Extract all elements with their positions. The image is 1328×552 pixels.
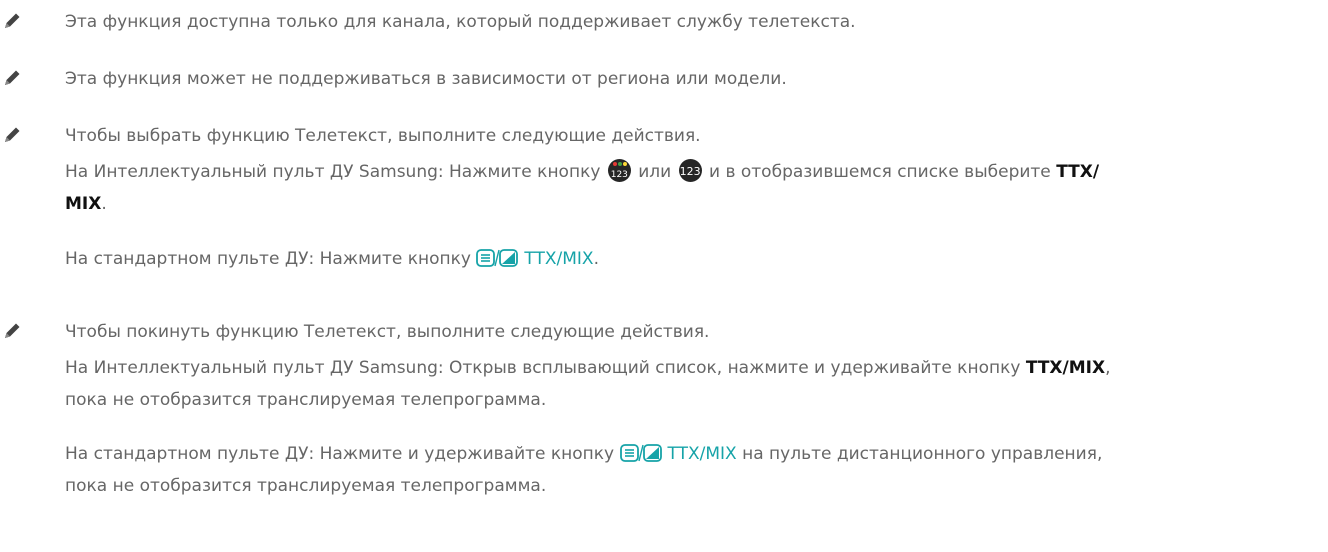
pencil-icon <box>5 323 20 338</box>
teletext-mix-icon <box>619 444 662 462</box>
numeric-keys-button-icon: 123 <box>678 159 702 182</box>
ttx-mix-key-part2: MIX <box>65 194 102 214</box>
note-4-smart-prefix: На Интеллектуальный пульт ДУ Samsung: От… <box>65 358 1021 378</box>
note-4-standard-suffix: на пульте дистанционного управления, <box>742 444 1103 464</box>
note-3-standard-prefix: На стандартном пульте ДУ: Нажмите кнопку <box>65 249 471 269</box>
note-4-standard-prefix: На стандартном пульте ДУ: Нажмите и удер… <box>65 444 615 464</box>
note-3-standard-line: На стандартном пульте ДУ: Нажмите кнопку… <box>65 243 1298 275</box>
note-4-smart-end: , <box>1105 358 1111 378</box>
note-3-smart-mid: и в отобразившемся списке выберите <box>709 162 1051 182</box>
note-3-or: или <box>638 162 672 182</box>
teletext-mix-icon <box>476 249 519 267</box>
ttx-mix-key: TTX/MIX <box>1025 358 1106 378</box>
pencil-icon <box>5 127 20 142</box>
note-3-smart-end: . <box>101 194 107 214</box>
color-keys-button-icon: 123 <box>607 159 631 182</box>
pencil-icon <box>5 13 20 28</box>
note-4-smart-line-2: пока не отобразится транслируемая телепр… <box>65 390 547 410</box>
note-3-smart-line-2: MIX. <box>65 188 1298 220</box>
note-4-standard-line-2: пока не отобразится транслируемая телепр… <box>65 476 547 496</box>
ttx-mix-key: TTX/MIX <box>667 444 737 464</box>
pencil-icon <box>5 70 20 85</box>
note-4-intro: Чтобы покинуть функцию Телетекст, выполн… <box>65 322 710 342</box>
note-3-intro: Чтобы выбрать функцию Телетекст, выполни… <box>65 126 701 146</box>
note-3-smart-line: На Интеллектуальный пульт ДУ Samsung: На… <box>65 156 1298 188</box>
note-4-standard-line: На стандартном пульте ДУ: Нажмите и удер… <box>65 438 1298 470</box>
note-4-smart-line: На Интеллектуальный пульт ДУ Samsung: От… <box>65 352 1298 384</box>
ttx-mix-key: TTX/MIX <box>524 249 594 269</box>
ttx-mix-key-part1: TTX/ <box>1056 162 1100 182</box>
note-1-text: Эта функция доступна только для канала, … <box>65 12 856 32</box>
note-3-smart-prefix: На Интеллектуальный пульт ДУ Samsung: На… <box>65 162 601 182</box>
color-keys-label: 123 <box>610 170 628 180</box>
numeric-keys-label: 123 <box>679 165 701 178</box>
note-3-standard-end: . <box>593 249 599 269</box>
note-2-text: Эта функция может не поддерживаться в за… <box>65 69 787 89</box>
